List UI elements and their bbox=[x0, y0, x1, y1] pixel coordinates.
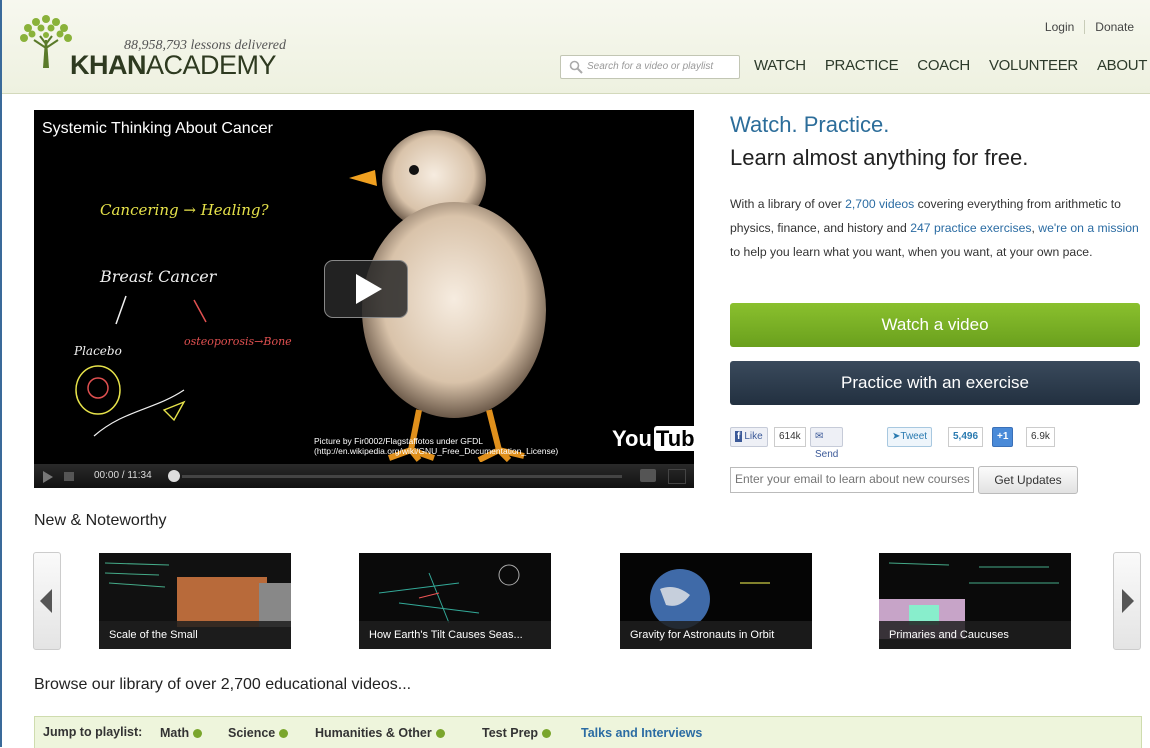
play-button[interactable] bbox=[324, 260, 408, 318]
khan-tree-logo-icon bbox=[20, 15, 72, 68]
chevron-down-icon bbox=[193, 729, 203, 738]
nav-coach[interactable]: COACH bbox=[917, 57, 970, 74]
playlist-humanities[interactable]: Humanities & Other bbox=[315, 726, 445, 740]
playlist-test-prep-label: Test Prep bbox=[482, 726, 539, 740]
seek-handle[interactable] bbox=[168, 470, 180, 482]
credit-line-2: (http://en.wikipedia.org/wiki/GNU_Free_D… bbox=[314, 446, 559, 456]
email-field[interactable] bbox=[730, 467, 975, 493]
chalk-cancering: Cancering → Healing? bbox=[100, 201, 269, 219]
facebook-send-button[interactable]: ✉ Send bbox=[810, 427, 844, 460]
like-label: Like bbox=[744, 431, 763, 442]
video-title: Systemic Thinking About Cancer bbox=[42, 120, 273, 137]
tweet-count: 5,496 bbox=[948, 427, 984, 447]
mission-link[interactable]: we're on a mission bbox=[1038, 221, 1139, 235]
chevron-down-icon bbox=[542, 729, 552, 738]
site-header: 88,958,793 lessons delivered KHANACADEMY… bbox=[2, 0, 1150, 94]
google-plus-one-button[interactable]: +1 bbox=[992, 427, 1014, 447]
volume-icon[interactable] bbox=[64, 472, 74, 481]
hero-subheadline: Learn almost anything for free. bbox=[730, 145, 1029, 170]
login-link[interactable]: Login bbox=[1035, 20, 1084, 34]
carousel-next-button[interactable] bbox=[1113, 552, 1141, 650]
chalkboard-drawing: Cancering → Healing? Breast Cancer Place… bbox=[73, 201, 292, 437]
donate-link[interactable]: Donate bbox=[1084, 20, 1144, 34]
arrow-left-icon bbox=[40, 589, 52, 613]
window-edge bbox=[0, 0, 2, 747]
site-logo[interactable]: KHANACADEMY bbox=[70, 50, 277, 81]
credit-line-1: Picture by Fir0002/Flagstaffotos under G… bbox=[314, 436, 483, 446]
video-thumbnail[interactable]: Scale of the Small bbox=[99, 553, 291, 649]
send-label: Send bbox=[815, 449, 839, 460]
chalk-placebo: Placebo bbox=[73, 344, 122, 358]
captions-icon[interactable] bbox=[640, 469, 656, 482]
main-nav: WATCH PRACTICE COACH VOLUNTEER ABOUT bbox=[754, 57, 1147, 74]
hero-description: With a library of over 2,700 videos cove… bbox=[730, 192, 1142, 264]
photo-credit: Picture by Fir0002/Flagstaffotos under G… bbox=[314, 436, 558, 456]
nav-practice[interactable]: PRACTICE bbox=[825, 57, 899, 74]
hero-headline: Watch. Practice. bbox=[730, 112, 890, 137]
like-count: 614k bbox=[774, 427, 806, 447]
playlist-test-prep[interactable]: Test Prep bbox=[482, 726, 552, 740]
thumbnail-caption: Scale of the Small bbox=[99, 621, 291, 649]
desc-text-d: to help you learn what you want, when yo… bbox=[730, 245, 1093, 259]
logo-light: ACADEMY bbox=[146, 50, 277, 80]
featured-video-player[interactable]: Cancering → Healing? Breast Cancer Place… bbox=[34, 110, 694, 488]
chevron-down-icon bbox=[279, 729, 289, 738]
playlist-talks[interactable]: Talks and Interviews bbox=[581, 726, 702, 740]
carousel-prev-button[interactable] bbox=[33, 552, 61, 650]
tweet-button[interactable]: ➤Tweet bbox=[887, 427, 933, 447]
search-input[interactable]: Search for a video or playlist bbox=[560, 55, 740, 79]
youtube-tube: Tube bbox=[653, 426, 694, 451]
video-thumbnail[interactable]: How Earth's Tilt Causes Seas... bbox=[359, 553, 551, 649]
thumbnail-caption: How Earth's Tilt Causes Seas... bbox=[359, 621, 551, 649]
arrow-right-icon bbox=[1122, 589, 1134, 613]
video-controls: 00:00 / 11:34 bbox=[34, 464, 694, 488]
chalk-breast-cancer: Breast Cancer bbox=[99, 267, 218, 286]
send-icon: ✉ bbox=[815, 431, 824, 442]
chevron-down-icon bbox=[435, 729, 445, 738]
playlist-math[interactable]: Math bbox=[160, 726, 203, 740]
playlist-humanities-label: Humanities & Other bbox=[315, 726, 432, 740]
noteworthy-heading: New & Noteworthy bbox=[34, 512, 167, 529]
top-links: Login Donate bbox=[1035, 20, 1144, 34]
facebook-like-button[interactable]: f Like bbox=[730, 427, 768, 447]
video-thumbnail[interactable]: Primaries and Caucuses bbox=[879, 553, 1071, 649]
videos-link[interactable]: 2,700 videos bbox=[845, 197, 914, 211]
plus-one-count: 6.9k bbox=[1026, 427, 1055, 447]
youtube-logo[interactable]: YouTube bbox=[612, 426, 694, 452]
facebook-icon: f bbox=[735, 431, 743, 442]
nav-volunteer[interactable]: VOLUNTEER bbox=[989, 57, 1078, 74]
control-play-icon[interactable] bbox=[43, 471, 53, 483]
search-icon bbox=[569, 60, 583, 74]
practice-exercise-button[interactable]: Practice with an exercise bbox=[730, 361, 1140, 405]
get-updates-button[interactable]: Get Updates bbox=[978, 466, 1078, 494]
playlist-science[interactable]: Science bbox=[228, 726, 289, 740]
fullscreen-icon[interactable] bbox=[668, 469, 686, 484]
thumbnail-caption: Gravity for Astronauts in Orbit bbox=[620, 621, 812, 649]
chalk-osteoporosis: osteoporosis→Bone bbox=[184, 335, 292, 348]
play-icon bbox=[356, 274, 382, 304]
desc-text-a: With a library of over bbox=[730, 197, 846, 211]
logo-bold: KHAN bbox=[70, 50, 147, 80]
playlist-jump-bar: Jump to playlist: Math Science Humanitie… bbox=[34, 716, 1142, 748]
nav-watch[interactable]: WATCH bbox=[754, 57, 806, 74]
seek-bar[interactable] bbox=[182, 475, 622, 478]
thumbnail-caption: Primaries and Caucuses bbox=[879, 621, 1071, 649]
search-placeholder: Search for a video or playlist bbox=[587, 61, 714, 72]
exercises-link[interactable]: 247 practice exercises bbox=[910, 221, 1031, 235]
email-input[interactable] bbox=[731, 468, 975, 490]
jump-to-playlist-label: Jump to playlist: bbox=[43, 725, 143, 739]
youtube-you: You bbox=[612, 426, 652, 451]
watch-video-button[interactable]: Watch a video bbox=[730, 303, 1140, 347]
nav-about[interactable]: ABOUT bbox=[1097, 57, 1147, 74]
playlist-math-label: Math bbox=[160, 726, 190, 740]
video-thumbnail[interactable]: Gravity for Astronauts in Orbit bbox=[620, 553, 812, 649]
tweet-label: Tweet bbox=[900, 431, 928, 442]
browse-heading: Browse our library of over 2,700 educati… bbox=[34, 676, 412, 693]
playlist-science-label: Science bbox=[228, 726, 276, 740]
video-time: 00:00 / 11:34 bbox=[94, 470, 152, 481]
